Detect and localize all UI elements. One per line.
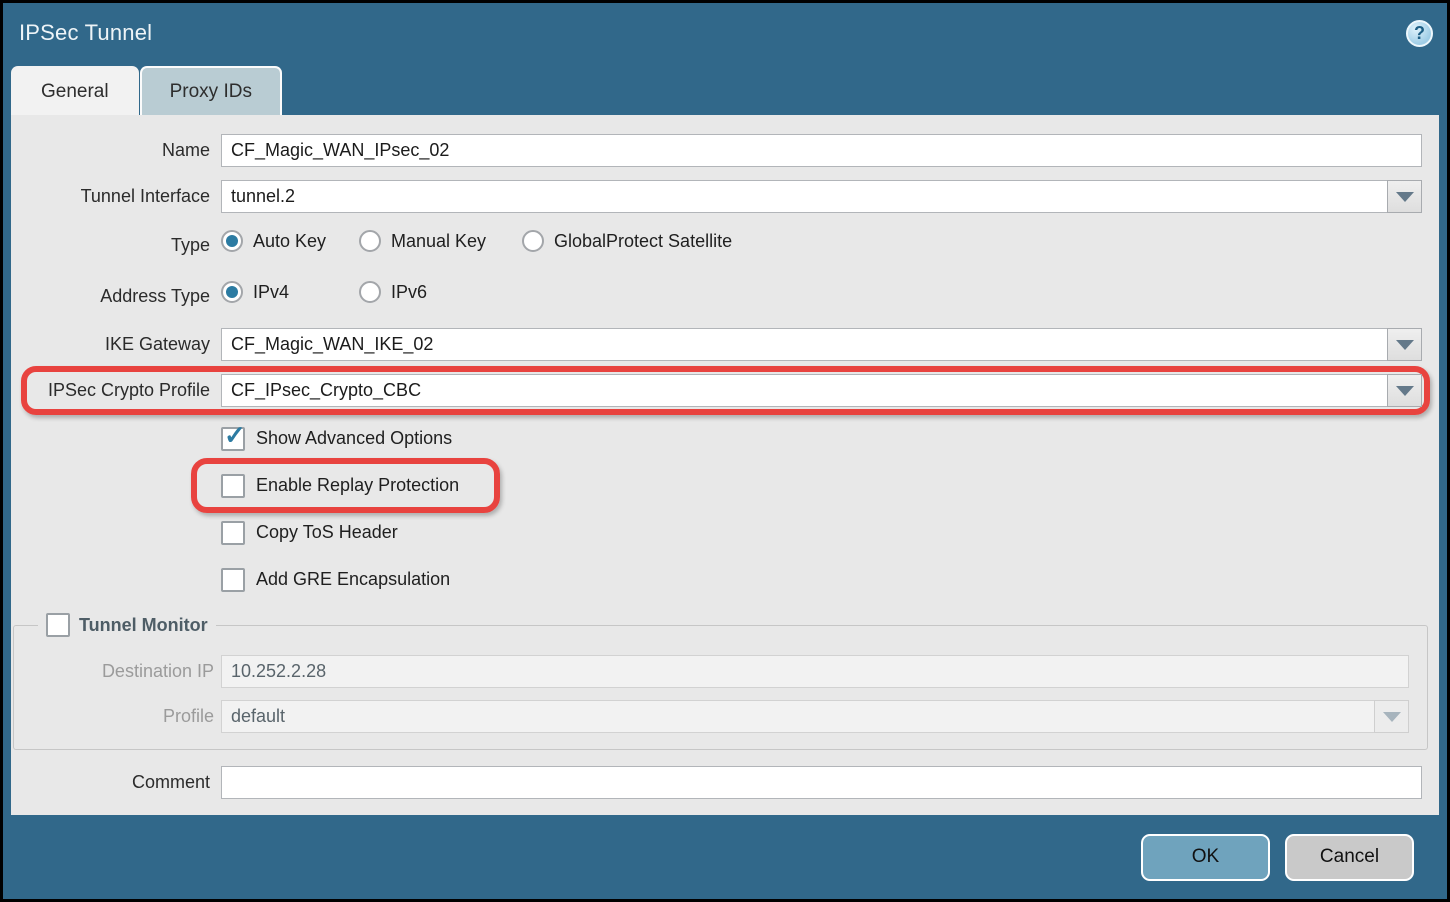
enable-replay-protection-row: Enable Replay Protection (221, 472, 1439, 499)
radio-globalprotect-satellite[interactable]: GlobalProtect Satellite (522, 230, 732, 252)
chevron-down-icon (1396, 192, 1414, 202)
chevron-down-icon (1383, 712, 1401, 722)
add-gre-encapsulation-checkbox[interactable] (221, 568, 245, 592)
name-row: Name (11, 134, 1439, 167)
chevron-down-icon (1396, 386, 1414, 396)
general-tab-panel: Name Tunnel Interface Type (11, 115, 1439, 815)
tunnel-interface-label: Tunnel Interface (11, 186, 210, 207)
enable-replay-protection-checkbox[interactable] (221, 474, 245, 498)
destination-ip-row: Destination IP (14, 655, 1409, 688)
profile-row: Profile (14, 700, 1409, 733)
chevron-down-icon (1396, 340, 1414, 350)
comment-label: Comment (11, 772, 210, 793)
dialog-footer: OK Cancel (3, 815, 1447, 899)
name-label: Name (11, 140, 210, 161)
tab-general[interactable]: General (11, 66, 139, 115)
destination-ip-input (221, 655, 1409, 688)
comment-input[interactable] (221, 766, 1422, 799)
tunnel-interface-row: Tunnel Interface (11, 180, 1439, 213)
comment-row: Comment (11, 766, 1439, 799)
ike-gateway-dropdown-button[interactable] (1387, 328, 1422, 361)
help-icon[interactable]: ? (1406, 20, 1433, 47)
ok-button[interactable]: OK (1141, 834, 1270, 881)
radio-icon (359, 230, 381, 252)
ike-gateway-row: IKE Gateway (11, 328, 1439, 361)
ipsec-crypto-profile-row: IPSec Crypto Profile (11, 374, 1439, 407)
tunnel-interface-input[interactable] (221, 180, 1388, 213)
ipsec-crypto-profile-input[interactable] (221, 374, 1388, 407)
ipsec-crypto-profile-dropdown-button[interactable] (1387, 374, 1422, 407)
radio-icon-selected (221, 281, 243, 303)
type-row: Type Auto Key Manual Key GlobalProtect S… (11, 226, 1439, 264)
radio-icon (522, 230, 544, 252)
profile-input (221, 700, 1375, 733)
address-type-label: Address Type (11, 286, 210, 307)
dialog-title: IPSec Tunnel (19, 20, 152, 46)
radio-ipv6[interactable]: IPv6 (359, 281, 427, 303)
radio-ipv4[interactable]: IPv4 (221, 281, 359, 303)
add-gre-encapsulation-row: Add GRE Encapsulation (221, 566, 1439, 593)
tunnel-interface-dropdown-button[interactable] (1387, 180, 1422, 213)
destination-ip-label: Destination IP (14, 661, 214, 682)
ipsec-tunnel-dialog: IPSec Tunnel ? General Proxy IDs Name Tu… (0, 0, 1450, 902)
copy-tos-header-checkbox[interactable] (221, 521, 245, 545)
dialog-titlebar: IPSec Tunnel ? (3, 3, 1447, 63)
radio-manual-key[interactable]: Manual Key (359, 230, 522, 252)
radio-icon-selected (221, 230, 243, 252)
radio-auto-key[interactable]: Auto Key (221, 230, 359, 252)
checkmark-icon: ✓ (224, 422, 246, 448)
copy-tos-header-row: Copy ToS Header (221, 519, 1439, 546)
tunnel-monitor-checkbox[interactable] (46, 613, 70, 637)
tunnel-monitor-group: Tunnel Monitor Destination IP Profile (13, 613, 1428, 750)
profile-label: Profile (14, 706, 214, 727)
ipsec-crypto-profile-label: IPSec Crypto Profile (11, 380, 210, 401)
profile-dropdown-button (1374, 700, 1409, 733)
cancel-button[interactable]: Cancel (1285, 834, 1414, 881)
name-input[interactable] (221, 134, 1422, 167)
address-type-row: Address Type IPv4 IPv6 (11, 277, 1439, 315)
type-label: Type (11, 235, 210, 256)
show-advanced-options-checkbox[interactable]: ✓ (221, 427, 245, 451)
ike-gateway-label: IKE Gateway (11, 334, 210, 355)
tab-proxy-ids[interactable]: Proxy IDs (140, 66, 282, 115)
show-advanced-options-row: ✓ Show Advanced Options (221, 425, 1439, 452)
tunnel-monitor-legend: Tunnel Monitor (38, 613, 216, 637)
radio-icon (359, 281, 381, 303)
ike-gateway-input[interactable] (221, 328, 1388, 361)
tab-bar: General Proxy IDs (3, 63, 1447, 115)
